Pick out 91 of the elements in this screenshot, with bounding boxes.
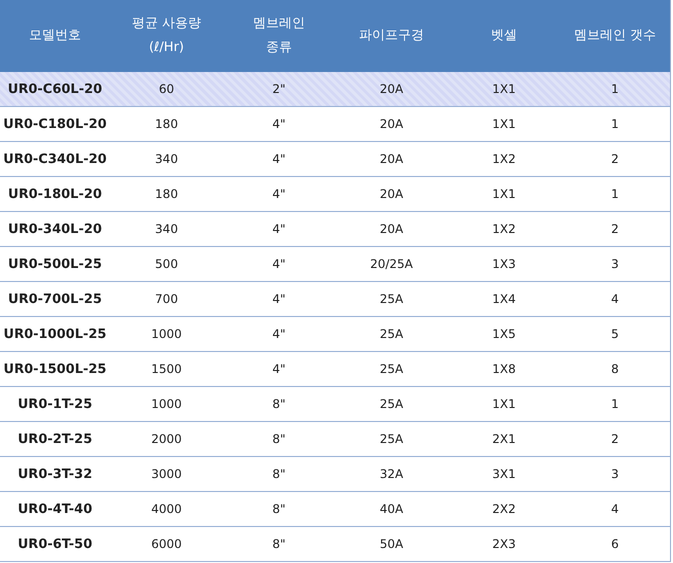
- table-cell-text: UR0-6T-50: [16, 536, 94, 552]
- table-cell-text: 1X2: [491, 222, 517, 236]
- table-cell-text: 2: [610, 432, 620, 446]
- table-cell-text: 8: [610, 362, 620, 376]
- table-cell-text: 1X5: [491, 327, 517, 341]
- column-header: 모델번호: [28, 27, 82, 45]
- table-cell-text: UR0-C180L-20: [2, 116, 108, 132]
- table-cell-text: 4": [271, 327, 287, 341]
- table-cell-text: 1: [610, 187, 620, 201]
- column-header: 파이프구경: [358, 27, 425, 45]
- table-cell-text: 500: [154, 257, 179, 271]
- column-header: 평균 사용량 (ℓ/Hr): [130, 15, 202, 57]
- table-cell-text: 2: [610, 152, 620, 166]
- table-cell-text: 25A: [378, 397, 404, 411]
- table-cell-text: UR0-4T-40: [16, 502, 94, 516]
- table-cell-text: 1000: [150, 327, 183, 341]
- table-cell-text: 8": [271, 432, 287, 446]
- table-cell-text: 1500: [150, 362, 183, 376]
- table-cell-text: UR0-3T-32: [16, 466, 94, 482]
- table-cell-text: 1: [610, 82, 620, 96]
- table-cell-text: 8": [271, 537, 287, 551]
- table-cell-text: 60: [158, 82, 176, 96]
- table-cell-text: 4: [610, 502, 620, 516]
- table-cell-text: 25A: [378, 362, 404, 376]
- table-cell-text: UR0-C340L-20: [2, 152, 108, 166]
- table-cell-text: 20/25A: [369, 257, 414, 271]
- table-cell-text: 4": [271, 117, 287, 131]
- table-cell-text: 1X1: [491, 117, 517, 131]
- table-cell-text: 25A: [378, 432, 404, 446]
- table-cell-text: 4": [271, 222, 287, 236]
- table-cell-text: 4": [271, 257, 287, 271]
- table-cell-text: 2: [610, 222, 620, 236]
- table-cell-text: 40A: [378, 502, 404, 516]
- table-cell-text: 4": [271, 152, 287, 166]
- table-cell-text: 1X3: [491, 257, 517, 271]
- table-cell-text: 1X2: [491, 152, 517, 166]
- table-cell-text: 8": [271, 467, 287, 481]
- table-cell-text: UR0-500L-25: [7, 256, 103, 272]
- table-cell-text: UR0-700L-25: [7, 292, 103, 306]
- table-cell-text: 32A: [378, 467, 404, 481]
- table-cell-text: 1X1: [491, 397, 517, 411]
- table-cell-text: 4": [271, 187, 287, 201]
- table-cell-text: 340: [154, 222, 179, 236]
- table-row[interactable]: UR0-C60L-20 60 2" 20A 1X1 1: [0, 72, 670, 107]
- table-cell-text: 3X1: [491, 467, 517, 481]
- table-cell-text: UR0-1000L-25: [2, 326, 108, 342]
- table-cell-text: 2X2: [491, 502, 517, 516]
- table-cell-text: 3: [610, 257, 620, 271]
- table-cell-text: 180: [154, 117, 179, 131]
- table-cell-text: UR0-180L-20: [7, 186, 103, 202]
- table-cell-text: 1: [610, 117, 620, 131]
- table-cell-text: 2X1: [491, 432, 517, 446]
- table-cell-text: UR0-C60L-20: [6, 82, 104, 96]
- table-cell-text: 8": [271, 397, 287, 411]
- table-cell-text: 2": [271, 82, 287, 96]
- column-header: 벳셀: [490, 27, 518, 45]
- table-cell-text: 1X1: [491, 187, 517, 201]
- column-header: 멤브레인 종류: [252, 15, 306, 57]
- table-cell-text: UR0-340L-20: [7, 222, 103, 236]
- table-cell-text: 20A: [378, 117, 404, 131]
- table-cell-text: 25A: [378, 292, 404, 306]
- table-cell-text: 1: [610, 397, 620, 411]
- table-cell-text: 4000: [150, 502, 183, 516]
- table-cell-text: 1X4: [491, 292, 517, 306]
- table-cell-text: 4": [271, 292, 287, 306]
- table-cell-text: 2X3: [491, 537, 517, 551]
- table-cell-text: 1X1: [491, 82, 517, 96]
- table-cell-text: 5: [610, 327, 620, 341]
- table-cell-text: 6000: [150, 537, 183, 551]
- table-cell-text: 6: [610, 537, 620, 551]
- table-cell-text: 180: [154, 187, 179, 201]
- table-cell-text: 20A: [378, 82, 404, 96]
- table-cell-text: 8": [271, 502, 287, 516]
- table-cell-text: 700: [154, 292, 179, 306]
- table-cell-text: 4": [271, 362, 287, 376]
- table-cell-text: UR0-1T-25: [16, 396, 94, 412]
- table-cell-text: 20A: [378, 152, 404, 166]
- column-header: 멤브레인 갯수: [572, 27, 658, 45]
- table-cell-text: 20A: [378, 187, 404, 201]
- table-cell-text: 20A: [378, 222, 404, 236]
- table-cell-text: UR0-2T-25: [16, 432, 94, 446]
- table-cell-text: 1X8: [491, 362, 517, 376]
- table-cell-text: UR0-1500L-25: [2, 362, 108, 376]
- table-cell-text: 340: [154, 152, 179, 166]
- table-cell-text: 25A: [378, 327, 404, 341]
- table-cell-text: 1000: [150, 397, 183, 411]
- table-cell-text: 4: [610, 292, 620, 306]
- table-cell-text: 3000: [150, 467, 183, 481]
- table-cell-text: 2000: [150, 432, 183, 446]
- table-cell-text: 3: [610, 467, 620, 481]
- table-cell-text: 50A: [378, 537, 404, 551]
